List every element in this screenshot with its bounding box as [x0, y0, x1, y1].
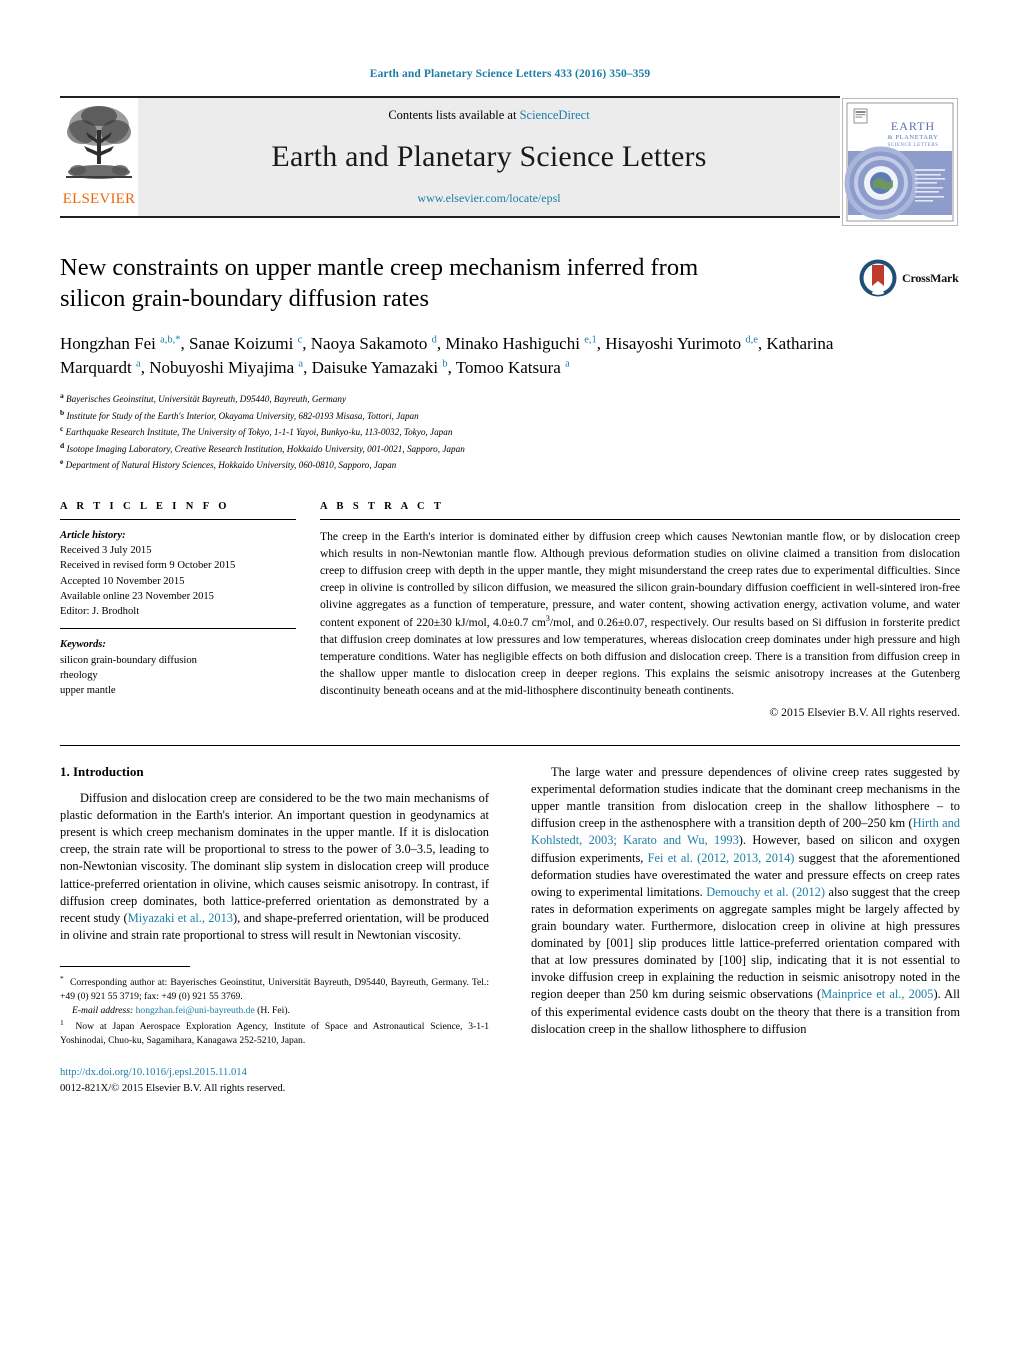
title-block: CrossMark New constraints on upper mantl… [60, 252, 960, 473]
affiliation-item: e Department of Natural History Sciences… [60, 456, 960, 473]
author-list: Hongzhan Fei a,b,*, Sanae Koizumi c, Nao… [60, 333, 834, 377]
info-abstract-section: A R T I C L E I N F O Article history: R… [60, 501, 960, 719]
affiliation-text: Institute for Study of the Earth's Inter… [66, 410, 419, 421]
keywords-label: Keywords: [60, 639, 106, 651]
journal-cover-thumbnail: EARTH & PLANETARY SCIENCE LETTERS [842, 98, 958, 226]
svg-text:EARTH: EARTH [891, 119, 935, 133]
page-title: New constraints on upper mantle creep me… [60, 254, 699, 313]
abstract-rule [320, 518, 960, 520]
footnote-rule [60, 966, 190, 968]
svg-text:& PLANETARY: & PLANETARY [887, 134, 938, 141]
elsevier-wordmark: ELSEVIER [62, 191, 136, 207]
affiliation-marker: d [60, 440, 65, 450]
affiliation-text: Earthquake Research Institute, The Unive… [65, 427, 453, 438]
footnote-note-1: 1 Now at Japan Aerospace Exploration Age… [60, 1017, 489, 1046]
abstract-copyright: © 2015 Elsevier B.V. All rights reserved… [769, 706, 960, 720]
doi-block: http://dx.doi.org/10.1016/j.epsl.2015.11… [60, 1065, 489, 1096]
affiliation-marker: e [60, 457, 64, 467]
affiliation-text: Isotope Imaging Laboratory, Creative Res… [66, 443, 465, 454]
history-item: Received in revised form 9 October 2015 [60, 560, 236, 572]
elsevier-tree-icon [66, 106, 132, 179]
article-history-label: Article history: [60, 529, 126, 541]
doi-link[interactable]: http://dx.doi.org/10.1016/j.epsl.2015.11… [60, 1065, 489, 1080]
keyword-item: rheology [60, 669, 98, 681]
history-item: Available online 23 November 2015 [60, 590, 214, 602]
footnote-email-line: E-mail address: hongzhan.fei@uni-bayreut… [60, 1004, 489, 1018]
abstract-heading: A B S T R A C T [320, 500, 445, 512]
history-item: Received 3 July 2015 [60, 545, 152, 557]
affiliation-text: Bayerisches Geoinstitut, Universität Bay… [66, 394, 347, 405]
article-history-group: Article history: Received 3 July 2015 Re… [60, 528, 296, 620]
contents-prefix: Contents lists available at [388, 108, 520, 122]
masthead-bottom-rule [60, 216, 840, 218]
email-link[interactable]: hongzhan.fei@uni-bayreuth.de [136, 1005, 255, 1016]
intro-paragraph-right: The large water and pressure dependences… [531, 765, 960, 1036]
journal-masthead: ELSEVIER Contents lists available at Sci… [60, 96, 960, 226]
keywords-rule [60, 628, 296, 630]
journal-cover-image: EARTH & PLANETARY SCIENCE LETTERS [843, 99, 957, 225]
affiliation-item: b Institute for Study of the Earth's Int… [60, 407, 960, 424]
affiliation-item: a Bayerisches Geoinstitut, Universität B… [60, 390, 960, 407]
body-left-column: 1. Introduction Diffusion and dislocatio… [60, 764, 489, 1096]
svg-text:SCIENCE LETTERS: SCIENCE LETTERS [888, 143, 939, 148]
intro-paragraph-left: Diffusion and dislocation creep are cons… [60, 791, 490, 942]
email-label: E-mail address: [72, 1004, 134, 1016]
journal-title: Earth and Planetary Science Letters [271, 140, 707, 173]
article-info-heading: A R T I C L E I N F O [60, 500, 230, 512]
footnote-corresponding-author: * Corresponding author at: Bayerisches G… [60, 974, 489, 1003]
article-info-column: A R T I C L E I N F O Article history: R… [60, 501, 296, 719]
history-item: Accepted 10 November 2015 [60, 575, 185, 587]
affiliation-marker: a [60, 390, 64, 400]
article-info-rule [60, 518, 296, 520]
journal-homepage-link[interactable]: www.elsevier.com/locate/epsl [417, 191, 560, 206]
abstract-text: The creep in the Earth's interior is dom… [320, 529, 960, 697]
contents-line: Contents lists available at ScienceDirec… [388, 108, 589, 123]
running-head: Earth and Planetary Science Letters 433 … [369, 68, 651, 80]
body-right-column: The large water and pressure dependences… [531, 764, 960, 1096]
article-page: Earth and Planetary Science Letters 433 … [0, 0, 1020, 1351]
affiliation-list: a Bayerisches Geoinstitut, Universität B… [60, 390, 960, 473]
history-item: Editor: J. Brodholt [60, 606, 140, 618]
affiliation-marker: b [60, 407, 65, 417]
crossmark-badge[interactable]: CrossMark [858, 256, 962, 300]
sciencedirect-link[interactable]: ScienceDirect [520, 108, 590, 122]
keyword-item: silicon grain-boundary diffusion [60, 654, 197, 666]
keywords-group: Keywords: silicon grain-boundary diffusi… [60, 637, 296, 698]
section-heading-introduction: 1. Introduction [60, 764, 144, 780]
affiliation-marker: c [60, 424, 64, 434]
affiliation-item: d Isotope Imaging Laboratory, Creative R… [60, 440, 960, 457]
affiliation-text: Department of Natural History Sciences, … [65, 460, 397, 471]
affiliation-item: c Earthquake Research Institute, The Uni… [60, 423, 960, 440]
email-suffix: (H. Fei). [257, 1004, 290, 1016]
keyword-item: upper mantle [60, 685, 116, 697]
body-columns: 1. Introduction Diffusion and dislocatio… [60, 764, 960, 1096]
footnote-block: * Corresponding author at: Bayerisches G… [60, 966, 489, 1096]
crossmark-label: CrossMark [902, 270, 959, 285]
masthead-center-panel: Contents lists available at ScienceDirec… [138, 98, 840, 216]
body-separator-rule [60, 745, 960, 747]
elsevier-logo: ELSEVIER [60, 98, 138, 216]
issn-copyright: 0012-821X/© 2015 Elsevier B.V. All right… [60, 1082, 286, 1094]
crossmark-icon [859, 259, 897, 297]
abstract-column: A B S T R A C T The creep in the Earth's… [320, 501, 960, 719]
